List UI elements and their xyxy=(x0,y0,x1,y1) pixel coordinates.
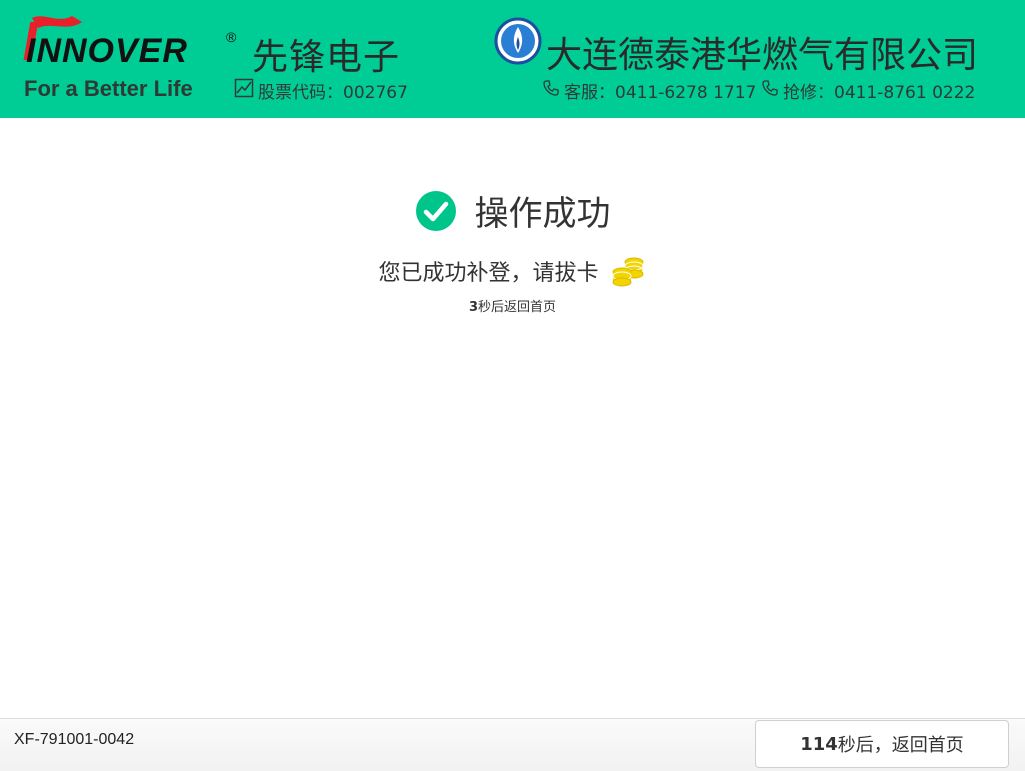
gas-company-logo xyxy=(494,17,542,65)
countdown-seconds: 3 xyxy=(468,300,479,315)
return-home-button[interactable]: 114 秒后，返回首页 xyxy=(755,720,1009,768)
stock-code: 股票代码：002767 xyxy=(234,78,408,103)
result-title-row: 操作成功 xyxy=(0,186,1025,235)
innover-logo-text: INNOVER xyxy=(26,32,188,70)
footer-bar: XF-791001-0042 114 秒后，返回首页 xyxy=(0,718,1025,771)
repair-hotline: 抢修：0411-8761 0222 xyxy=(761,78,975,103)
chart-icon xyxy=(234,78,254,103)
phone-icon xyxy=(761,79,779,102)
svg-text:®: ® xyxy=(226,29,237,45)
check-circle-icon xyxy=(415,190,457,232)
home-button-seconds: 114 xyxy=(800,733,838,755)
result-message-row: 您已成功补登，请拔卡 xyxy=(0,254,1025,288)
coins-icon xyxy=(611,254,647,288)
brand-name: 先锋电子 xyxy=(252,37,401,78)
auto-return-countdown: 3秒后返回首页 xyxy=(0,296,1025,315)
innover-logo: INNOVER ® xyxy=(22,12,242,74)
header-banner: INNOVER ® 先锋电子 For a Better Life 股票代码：00… xyxy=(0,0,1025,118)
countdown-suffix: 秒后返回首页 xyxy=(478,300,557,315)
service-hotline-text: 客服：0411-6278 1717 xyxy=(564,83,757,103)
phone-icon xyxy=(542,79,560,102)
stock-code-text: 股票代码：002767 xyxy=(258,83,408,103)
result-title: 操作成功 xyxy=(474,194,611,234)
slogan: For a Better Life xyxy=(24,76,193,101)
home-button-label: 秒后，返回首页 xyxy=(837,735,964,756)
service-hotline: 客服：0411-6278 1717 xyxy=(542,78,756,103)
device-id: XF-791001-0042 xyxy=(14,731,135,748)
gas-company-name: 大连德泰港华燃气有限公司 xyxy=(546,35,979,76)
repair-hotline-text: 抢修：0411-8761 0222 xyxy=(783,83,976,103)
result-message: 您已成功补登，请拔卡 xyxy=(378,261,599,286)
